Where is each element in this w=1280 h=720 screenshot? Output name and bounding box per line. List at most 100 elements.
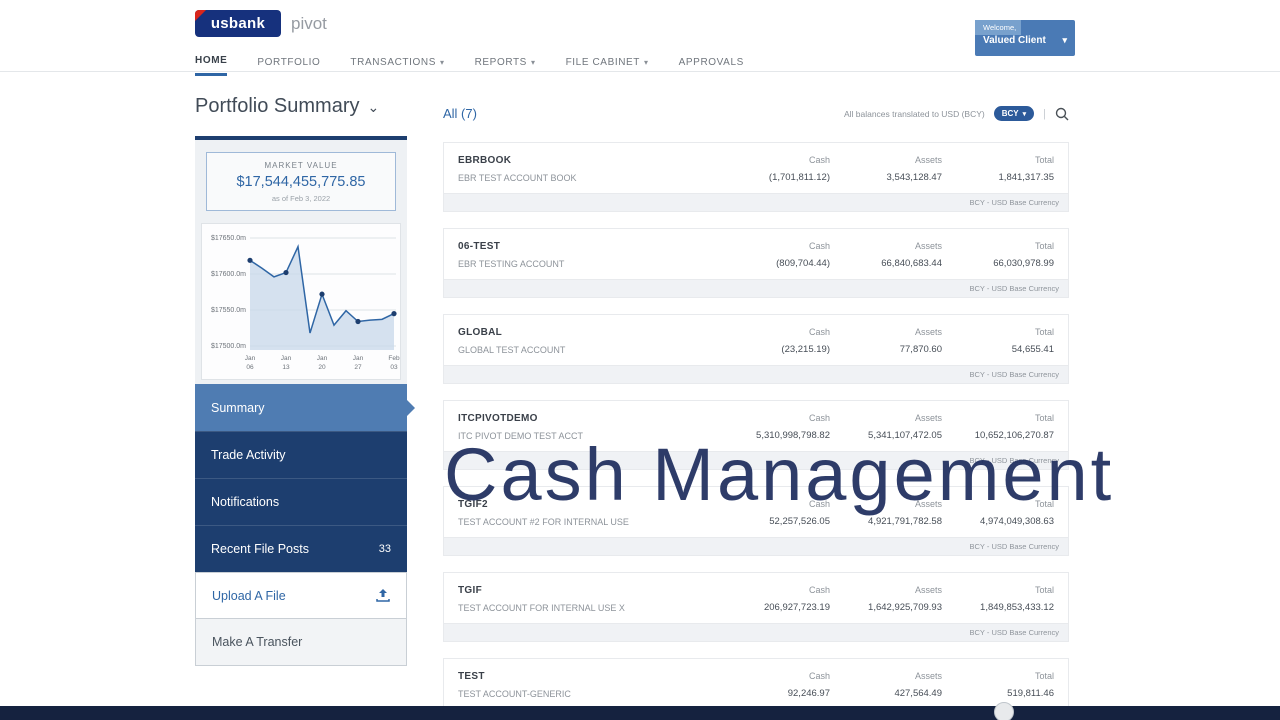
recent-file-posts-count: 33: [378, 543, 391, 555]
assets-value: 77,870.60: [899, 344, 942, 355]
svg-text:Jan: Jan: [353, 355, 364, 362]
total-column: Total 54,655.41: [956, 326, 1068, 356]
nav-item-label: REPORTS: [474, 56, 527, 68]
assets-column: Assets 77,870.60: [844, 326, 956, 356]
nav-item-label: PORTFOLIO: [257, 56, 321, 68]
account-name: ITCPIVOTDEMO: [458, 413, 538, 424]
total-column: Total 66,030,978.99: [956, 240, 1068, 270]
app-header: usbank pivot Welcome, Valued Client ▾ HO…: [0, 0, 1280, 76]
total-label: Total: [1034, 413, 1054, 423]
market-value-chart: $17650.0m $17600.0m $17550.0m $17500.0m Jan 0…: [195, 221, 407, 384]
sidebar-item-label: Make A Transfer: [212, 635, 303, 649]
usbank-logo: usbank: [195, 10, 281, 37]
tab-all[interactable]: All (7): [443, 106, 477, 121]
portfolio-summary-title[interactable]: Portfolio Summary ⌄: [195, 95, 379, 118]
svg-text:Jan: Jan: [245, 355, 256, 362]
main-nav: HOME PORTFOLIO TRANSACTIONS ▾ REPORTS ▾ FILE C…: [195, 55, 744, 76]
svg-text:$17500.0m: $17500.0m: [211, 343, 246, 350]
line-chart: $17650.0m $17600.0m $17550.0m $17500.0m Jan 0…: [211, 235, 400, 371]
nav-item-file-cabinet[interactable]: FILE CABINET ▾: [566, 55, 649, 76]
sidebar-item-recent-file-posts[interactable]: Recent File Posts 33: [195, 525, 407, 572]
assets-value: 1,642,925,709.93: [868, 602, 942, 613]
cash-column: Cash (809,704.44): [732, 240, 844, 270]
base-currency-note: BCY - USD Base Currency: [444, 193, 1068, 211]
total-label: Total: [1034, 241, 1054, 251]
market-value-box: MARKET VALUE $17,544,455,775.85 as of Fe…: [206, 152, 396, 211]
account-card[interactable]: 06-TEST EBR TESTING ACCOUNT Cash (809,70…: [443, 228, 1069, 298]
cash-label: Cash: [808, 241, 830, 251]
video-progress-bar[interactable]: [0, 706, 1280, 720]
account-name: EBRBOOK: [458, 155, 512, 166]
list-controls: All balances translated to USD (BCY) BCY…: [844, 106, 1069, 121]
assets-value: 3,543,128.47: [886, 172, 942, 183]
account-description: TEST ACCOUNT #2 FOR INTERNAL USE: [458, 517, 629, 527]
nav-item-home[interactable]: HOME: [195, 55, 228, 76]
assets-label: Assets: [914, 241, 942, 251]
base-currency-note: BCY - USD Base Currency: [444, 365, 1068, 383]
assets-label: Assets: [914, 327, 942, 337]
assets-label: Assets: [914, 671, 942, 681]
nav-item-label: FILE CABINET: [565, 56, 641, 68]
chevron-down-icon: ⌄: [367, 99, 380, 115]
logo-text: usbank: [210, 15, 266, 32]
base-currency-note: BCY - USD Base Currency: [444, 279, 1068, 297]
sidebar-item-make-a-transfer[interactable]: Make A Transfer: [195, 619, 407, 666]
sidebar-item-notifications[interactable]: Notifications: [195, 478, 407, 525]
list-toolbar: All (7) All balances translated to USD (…: [443, 106, 1069, 121]
user-menu-button[interactable]: Welcome, Valued Client ▾: [975, 20, 1075, 56]
market-value-label: MARKET VALUE: [264, 161, 338, 170]
cash-value: (1,701,811.12): [768, 172, 830, 183]
market-value-asof: as of Feb 3, 2022: [271, 194, 331, 203]
account-card[interactable]: EBRBOOK EBR TEST ACCOUNT BOOK Cash (1,70…: [443, 142, 1069, 212]
chevron-down-icon: ▾: [644, 57, 649, 67]
assets-value: 427,564.49: [894, 688, 942, 699]
svg-text:03: 03: [390, 364, 398, 371]
total-column: Total 1,849,853,433.12: [956, 584, 1068, 614]
svg-text:Feb: Feb: [388, 355, 400, 362]
cash-value: 206,927,723.19: [763, 602, 830, 613]
sidebar-item-trade-activity[interactable]: Trade Activity: [195, 431, 407, 478]
account-card[interactable]: GLOBAL GLOBAL TEST ACCOUNT Cash (23,215.…: [443, 314, 1069, 384]
svg-text:$17650.0m: $17650.0m: [211, 235, 246, 242]
chevron-down-icon: ▾: [1022, 110, 1027, 118]
app-name: pivot: [291, 13, 327, 33]
total-value: 66,030,978.99: [993, 258, 1054, 269]
total-column: Total 1,841,317.35: [956, 154, 1068, 184]
sidebar-item-label: Summary: [211, 400, 265, 415]
nav-item-approvals[interactable]: APPROVALS: [679, 55, 744, 76]
svg-text:27: 27: [354, 364, 362, 371]
nav-item-transactions[interactable]: TRANSACTIONS ▾: [350, 55, 444, 76]
cash-label: Cash: [808, 671, 830, 681]
account-name: GLOBAL: [458, 327, 503, 338]
sidebar-item-upload-a-file[interactable]: Upload A File: [195, 572, 407, 619]
search-icon[interactable]: [1055, 107, 1069, 121]
nav-item-label: TRANSACTIONS: [350, 56, 436, 68]
balances-note: All balances translated to USD (BCY): [843, 108, 985, 119]
sidebar-item-summary[interactable]: Summary: [195, 384, 415, 431]
total-value: 54,655.41: [1011, 344, 1054, 355]
video-title-overlay: Cash Management: [444, 433, 1115, 516]
account-description: TEST ACCOUNT-GENERIC: [458, 689, 571, 699]
svg-text:Jan: Jan: [281, 355, 292, 362]
account-description: EBR TESTING ACCOUNT: [458, 259, 565, 269]
total-label: Total: [1034, 671, 1054, 681]
nav-item-label: HOME: [195, 55, 228, 66]
total-value: 1,849,853,433.12: [980, 602, 1054, 613]
account-name: 06-TEST: [458, 241, 501, 252]
account-description: TEST ACCOUNT FOR INTERNAL USE X: [458, 603, 625, 613]
cash-column: Cash (23,215.19): [732, 326, 844, 356]
account-card[interactable]: TGIF TEST ACCOUNT FOR INTERNAL USE X Cas…: [443, 572, 1069, 642]
cash-value: (23,215.19): [781, 344, 830, 355]
account-name: TEST: [458, 671, 485, 682]
assets-column: Assets 66,840,683.44: [844, 240, 956, 270]
upload-icon: [376, 589, 390, 602]
cash-column: Cash (1,701,811.12): [732, 154, 844, 184]
nav-item-reports[interactable]: REPORTS ▾: [475, 55, 536, 76]
currency-selector-button[interactable]: BCY ▾: [993, 106, 1035, 121]
total-value: 1,841,317.35: [998, 172, 1054, 183]
total-value: 519,811.46: [1007, 688, 1054, 699]
assets-column: Assets 3,543,128.47: [844, 154, 956, 184]
player-control-circle[interactable]: [994, 702, 1014, 720]
page: usbank pivot Welcome, Valued Client ▾ HO…: [0, 0, 1280, 720]
nav-item-portfolio[interactable]: PORTFOLIO: [257, 55, 320, 76]
